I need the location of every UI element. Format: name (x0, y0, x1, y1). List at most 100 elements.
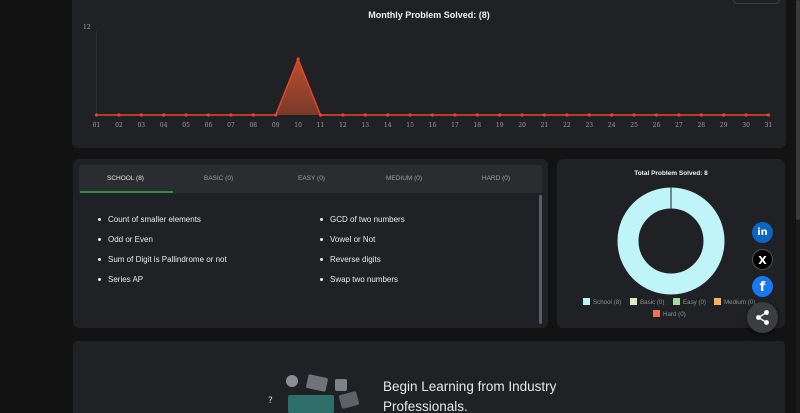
tab-basic[interactable]: BASIC (0) (172, 165, 265, 193)
problem-link[interactable]: Reverse digits (320, 255, 381, 264)
page-scrollbar-thumb[interactable] (796, 0, 800, 220)
legend-easy[interactable]: Easy (0) (673, 298, 706, 306)
x-tick-label: 16 (429, 122, 437, 129)
problem-list-scrollbar[interactable] (539, 195, 542, 324)
page: Monthly Problem Solved: (8) 12 01 02 03 04 0… (0, 0, 800, 413)
data-point[interactable] (386, 113, 390, 117)
tab-easy[interactable]: EASY (0) (265, 165, 358, 193)
x-tick-label: 13 (361, 122, 369, 129)
data-point[interactable] (498, 113, 502, 117)
x-tick-label: 21 (541, 122, 549, 129)
x-tick-label: 29 (720, 122, 728, 129)
data-point[interactable] (766, 113, 771, 117)
data-point[interactable] (274, 113, 278, 117)
x-tick-label: 18 (473, 122, 481, 129)
x-tick-label: 27 (675, 122, 683, 129)
monthly-chart-card: Monthly Problem Solved: (8) 12 01 02 03 04 0… (72, 0, 786, 148)
data-point[interactable] (677, 113, 681, 117)
legend-swatch (583, 298, 590, 305)
legend-school[interactable]: School (8) (583, 298, 621, 306)
data-point[interactable] (318, 113, 323, 117)
data-point[interactable] (184, 113, 188, 117)
x-tick-label: 17 (451, 122, 459, 129)
facebook-icon[interactable]: f (752, 276, 773, 297)
x-tick-label: 03 (137, 122, 145, 129)
data-point[interactable] (654, 113, 659, 117)
x-tick-label: 12 (339, 122, 347, 129)
share-icon (756, 310, 769, 325)
problem-link[interactable]: Odd or Even (98, 235, 153, 244)
data-point[interactable] (610, 113, 614, 117)
banner-line-2: Professionals. (383, 399, 468, 413)
data-point[interactable] (341, 113, 345, 117)
x-twitter-icon[interactable]: X (752, 249, 773, 270)
problem-link[interactable]: Sum of Digit is Pallindrome or not (98, 255, 227, 264)
data-point[interactable] (162, 113, 166, 117)
monthly-chart: 01 02 03 04 05 06 07 08 09 10 11 12 13 14 15 16 17 18 19 20… (93, 31, 772, 129)
active-tab-indicator (80, 191, 173, 193)
legend-swatch (653, 310, 660, 317)
legend-label: Basic (0) (640, 299, 665, 306)
x-tick-label: 10 (294, 122, 302, 129)
problem-link[interactable]: Series AP (97, 275, 143, 284)
data-point[interactable] (542, 113, 547, 117)
legend-label: Hard (0) (663, 311, 686, 318)
problem-link[interactable]: Count of smaller elements (98, 215, 201, 224)
x-tick-label: 25 (630, 122, 638, 129)
data-point[interactable] (251, 113, 255, 117)
data-point[interactable] (587, 113, 591, 117)
x-tick-label: 08 (249, 122, 257, 129)
x-tick-label: 11 (317, 122, 325, 129)
legend-label: Easy (0) (683, 299, 707, 306)
data-point[interactable] (430, 113, 435, 117)
data-point[interactable] (363, 113, 367, 117)
data-point[interactable] (117, 113, 121, 117)
donut-slice-school (617, 187, 725, 295)
x-tick-label: 01 (93, 122, 101, 129)
banner-heading: Begin Learning from Industry Professiona… (383, 377, 556, 413)
data-point[interactable] (520, 113, 524, 117)
data-point[interactable] (632, 113, 636, 117)
data-point[interactable] (453, 113, 457, 117)
data-point[interactable] (565, 113, 569, 117)
x-tick-label: 19 (496, 122, 504, 129)
data-point[interactable] (408, 113, 412, 117)
data-point[interactable] (722, 113, 726, 117)
data-point[interactable] (139, 113, 143, 117)
x-tick-label: 30 (742, 122, 750, 129)
share-button[interactable] (747, 302, 778, 333)
x-tick-label: 14 (384, 122, 392, 129)
data-point[interactable] (475, 113, 479, 117)
data-point[interactable] (744, 113, 748, 117)
tab-hard[interactable]: HARD (0) (450, 165, 542, 193)
tab-medium[interactable]: MEDIUM (0) (358, 165, 450, 193)
tab-school[interactable]: SCHOOL (8) (79, 165, 172, 193)
linkedin-icon[interactable]: in (752, 222, 773, 243)
x-tick-label: 05 (182, 122, 190, 129)
data-point[interactable] (296, 57, 300, 61)
problems-card: SCHOOL (8) BASIC (0) EASY (0) MEDIUM (0)… (73, 159, 548, 328)
data-point[interactable] (206, 113, 211, 117)
x-tick-label: 20 (518, 122, 526, 129)
difficulty-tabs: SCHOOL (8) BASIC (0) EASY (0) MEDIUM (0)… (79, 165, 542, 193)
data-point[interactable] (94, 113, 99, 117)
problem-link[interactable]: GCD of two numbers (320, 215, 405, 224)
legend-basic[interactable]: Basic (0) (630, 298, 664, 306)
top-button[interactable] (733, 0, 780, 4)
x-tick-label: 07 (227, 122, 235, 129)
x-tick-label: 26 (653, 122, 661, 129)
data-point[interactable] (699, 113, 703, 117)
left-gutter (0, 0, 72, 413)
x-tick-label: 24 (608, 122, 616, 129)
legend-swatch (673, 298, 680, 305)
legend-hard[interactable]: Hard (0) (653, 310, 686, 318)
problem-link[interactable]: Swap two numbers (319, 275, 398, 284)
problem-link[interactable]: Vowel or Not (319, 235, 375, 244)
legend-label: School (8) (593, 299, 622, 306)
x-tick-label: 22 (563, 122, 571, 129)
data-point[interactable] (229, 113, 233, 117)
x-tick-label: 28 (697, 122, 705, 129)
x-tick-label: 23 (585, 122, 593, 129)
page-scrollbar[interactable] (796, 0, 800, 413)
legend-swatch (630, 298, 637, 305)
